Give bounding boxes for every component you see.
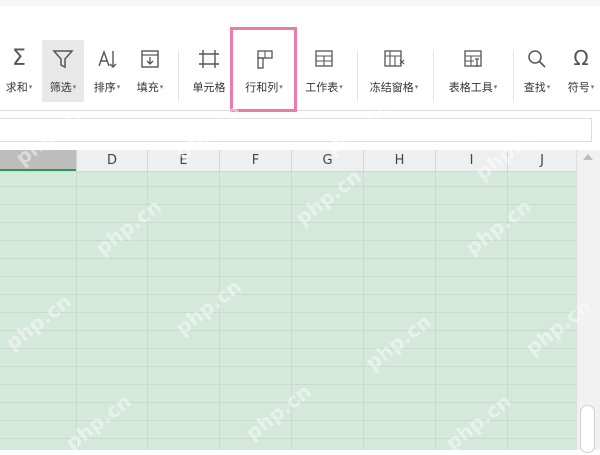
worksheet-label: 工作表: [305, 81, 339, 94]
ribbon-divider: [357, 50, 358, 102]
column-gridline: [76, 172, 77, 450]
row-gridline: [0, 312, 576, 313]
worksheet-button[interactable]: 工作表▾: [298, 40, 350, 102]
vertical-scrollbar[interactable]: [576, 150, 600, 453]
dropdown-arrow-icon: ▾: [414, 83, 419, 91]
freeze-panes-icon: [382, 48, 406, 74]
dropdown-arrow-icon: ▾: [590, 83, 595, 91]
cell-format-icon: [197, 48, 221, 74]
row-gridline: [0, 366, 576, 367]
dropdown-arrow-icon: ▾: [546, 83, 551, 91]
sum-label: 求和: [5, 81, 28, 94]
filter-label: 筛选: [49, 81, 72, 94]
row-gridline: [0, 276, 576, 277]
row-gridline: [0, 186, 576, 187]
cell-label: 单元格: [192, 81, 226, 94]
sort-label: 排序: [93, 81, 116, 94]
dropdown-arrow-icon: ▾: [159, 83, 164, 91]
column-header-j[interactable]: J: [507, 150, 576, 171]
row-gridline: [0, 258, 576, 259]
sigma-icon: Σ: [12, 46, 26, 71]
table-tools-label: 表格工具: [448, 81, 493, 94]
column-header-g[interactable]: G: [291, 150, 363, 171]
sort-button[interactable]: 排序▾: [88, 40, 126, 102]
column-header-f[interactable]: F: [219, 150, 291, 171]
column-gridline: [219, 172, 220, 450]
selected-column-header[interactable]: [0, 150, 76, 171]
ribbon-toolbar: Σ 求和▾ 筛选▾ 排序▾ 填充▾ 单元格 行和列▾ 工作表▾ 冻结窗格▾ 表格…: [0, 6, 600, 111]
column-header-row: D E F G H I J: [0, 150, 576, 172]
column-header-d[interactable]: D: [76, 150, 147, 171]
column-gridline: [507, 172, 508, 450]
sum-button[interactable]: Σ 求和▾: [0, 40, 38, 102]
dropdown-arrow-icon: ▾: [493, 83, 498, 91]
row-gridline: [0, 330, 576, 331]
dropdown-arrow-icon: ▾: [116, 83, 121, 91]
row-column-button[interactable]: 行和列▾: [236, 40, 292, 102]
scrollbar-thumb[interactable]: [580, 405, 595, 453]
column-gridline: [435, 172, 436, 450]
column-header-h[interactable]: H: [363, 150, 435, 171]
sort-icon: [96, 48, 118, 74]
row-gridline: [0, 348, 576, 349]
row-gridline: [0, 402, 576, 403]
row-gridline: [0, 222, 576, 223]
row-gridline: [0, 384, 576, 385]
filter-button[interactable]: 筛选▾: [42, 40, 84, 102]
column-header-e[interactable]: E: [147, 150, 219, 171]
formula-bar[interactable]: [0, 118, 592, 142]
worksheet-icon: [313, 48, 335, 74]
ribbon-divider: [513, 50, 514, 102]
table-tools-button[interactable]: 表格工具▾: [440, 40, 506, 102]
fill-label: 填充: [136, 81, 159, 94]
row-gridline: [0, 204, 576, 205]
freeze-panes-label: 冻结窗格: [369, 81, 414, 94]
selected-cell-grid[interactable]: [0, 172, 576, 450]
row-gridline: [0, 420, 576, 421]
row-gridline: [0, 294, 576, 295]
search-icon: [526, 48, 548, 74]
column-gridline: [363, 172, 364, 450]
fill-button[interactable]: 填充▾: [130, 40, 170, 102]
column-gridline: [147, 172, 148, 450]
scroll-up-icon[interactable]: [583, 154, 593, 160]
find-label: 查找: [523, 81, 546, 94]
ribbon-divider: [433, 50, 434, 102]
column-header-i[interactable]: I: [435, 150, 507, 171]
dropdown-arrow-icon: ▾: [339, 83, 343, 91]
filter-icon: [52, 48, 74, 74]
fill-down-icon: [139, 48, 161, 74]
freeze-panes-button[interactable]: 冻结窗格▾: [362, 40, 426, 102]
omega-icon: Ω: [573, 46, 589, 70]
symbol-button[interactable]: Ω 符号▾: [562, 40, 600, 102]
symbol-label: 符号: [567, 81, 590, 94]
ribbon-divider: [178, 50, 179, 102]
row-gridline: [0, 438, 576, 439]
dropdown-arrow-icon: ▾: [279, 83, 283, 91]
row-column-label: 行和列: [245, 81, 279, 94]
row-gridline: [0, 240, 576, 241]
dropdown-arrow-icon: ▾: [28, 83, 33, 91]
table-tools-icon: [462, 48, 484, 74]
find-button[interactable]: 查找▾: [518, 40, 556, 102]
column-gridline: [291, 172, 292, 450]
dropdown-arrow-icon: ▾: [72, 83, 77, 91]
row-column-icon: [253, 48, 275, 74]
cell-button[interactable]: 单元格: [186, 40, 232, 102]
